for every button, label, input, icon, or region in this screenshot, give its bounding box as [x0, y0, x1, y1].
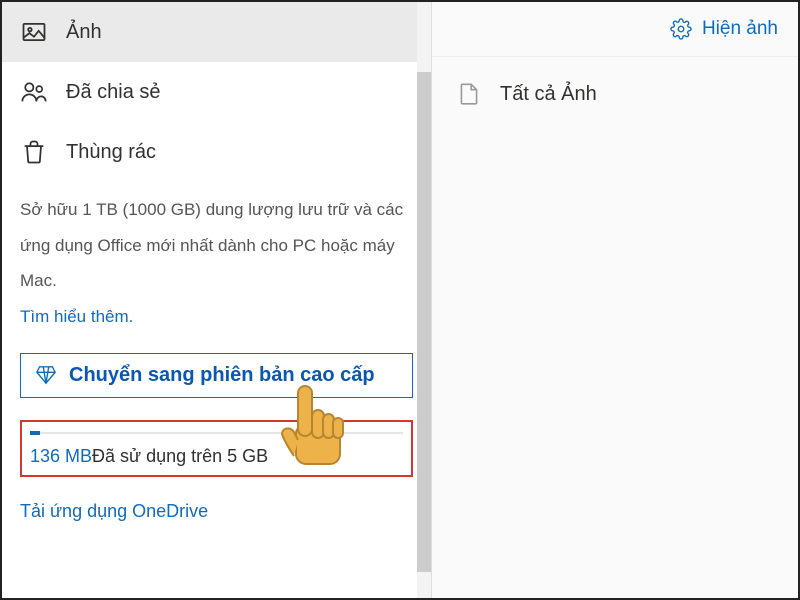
promo-text: Sở hữu 1 TB (1000 GB) dung lượng lưu trữ… [20, 200, 403, 290]
sidebar-item-trash[interactable]: Thùng rác [2, 122, 417, 182]
content-area: Tất cả Ảnh [432, 57, 798, 131]
diamond-icon [35, 364, 57, 386]
promo-block: Sở hữu 1 TB (1000 GB) dung lượng lưu trữ… [2, 182, 431, 353]
storage-text[interactable]: 136 MBĐã sử dụng trên 5 GB [30, 446, 403, 467]
sidebar-nav: Ảnh Đã chia sẻ Thùng rác [2, 2, 431, 182]
sidebar: Ảnh Đã chia sẻ Thùng rác Sở hữu 1 TB (10… [2, 2, 432, 598]
people-icon [20, 78, 48, 106]
scrollbar-thumb[interactable] [417, 72, 431, 572]
toolbar-view-label[interactable]: Hiện ảnh [702, 18, 778, 40]
storage-total-text: Đã sử dụng trên 5 GB [92, 446, 268, 466]
sidebar-item-label: Ảnh [66, 21, 102, 44]
sidebar-item-photos[interactable]: Ảnh [2, 2, 417, 62]
main-panel: Hiện ảnh Tất cả Ảnh [432, 2, 798, 598]
storage-usage-highlighted: 136 MBĐã sử dụng trên 5 GB [20, 420, 413, 477]
document-icon [456, 81, 482, 107]
sidebar-item-label: Đã chia sẻ [66, 81, 161, 104]
gear-icon[interactable] [670, 18, 692, 40]
sidebar-item-shared[interactable]: Đã chia sẻ [2, 62, 417, 122]
all-photos-item[interactable]: Tất cả Ảnh [456, 81, 774, 107]
content-item-label: Tất cả Ảnh [500, 83, 597, 106]
storage-progress-fill [30, 431, 40, 435]
download-onedrive-link[interactable]: Tải ứng dụng OneDrive [20, 501, 208, 521]
trash-icon [20, 138, 48, 166]
upgrade-button-label: Chuyển sang phiên bản cao cấp [69, 364, 375, 387]
toolbar: Hiện ảnh [432, 2, 798, 57]
upgrade-button[interactable]: Chuyển sang phiên bản cao cấp [20, 353, 413, 398]
sidebar-scrollbar[interactable] [417, 2, 431, 598]
storage-used-value: 136 MB [30, 446, 92, 466]
image-icon [20, 18, 48, 46]
storage-progress-bar [30, 432, 403, 434]
sidebar-item-label: Thùng rác [66, 141, 156, 164]
promo-learn-more-link[interactable]: Tìm hiểu thêm. [20, 307, 133, 326]
